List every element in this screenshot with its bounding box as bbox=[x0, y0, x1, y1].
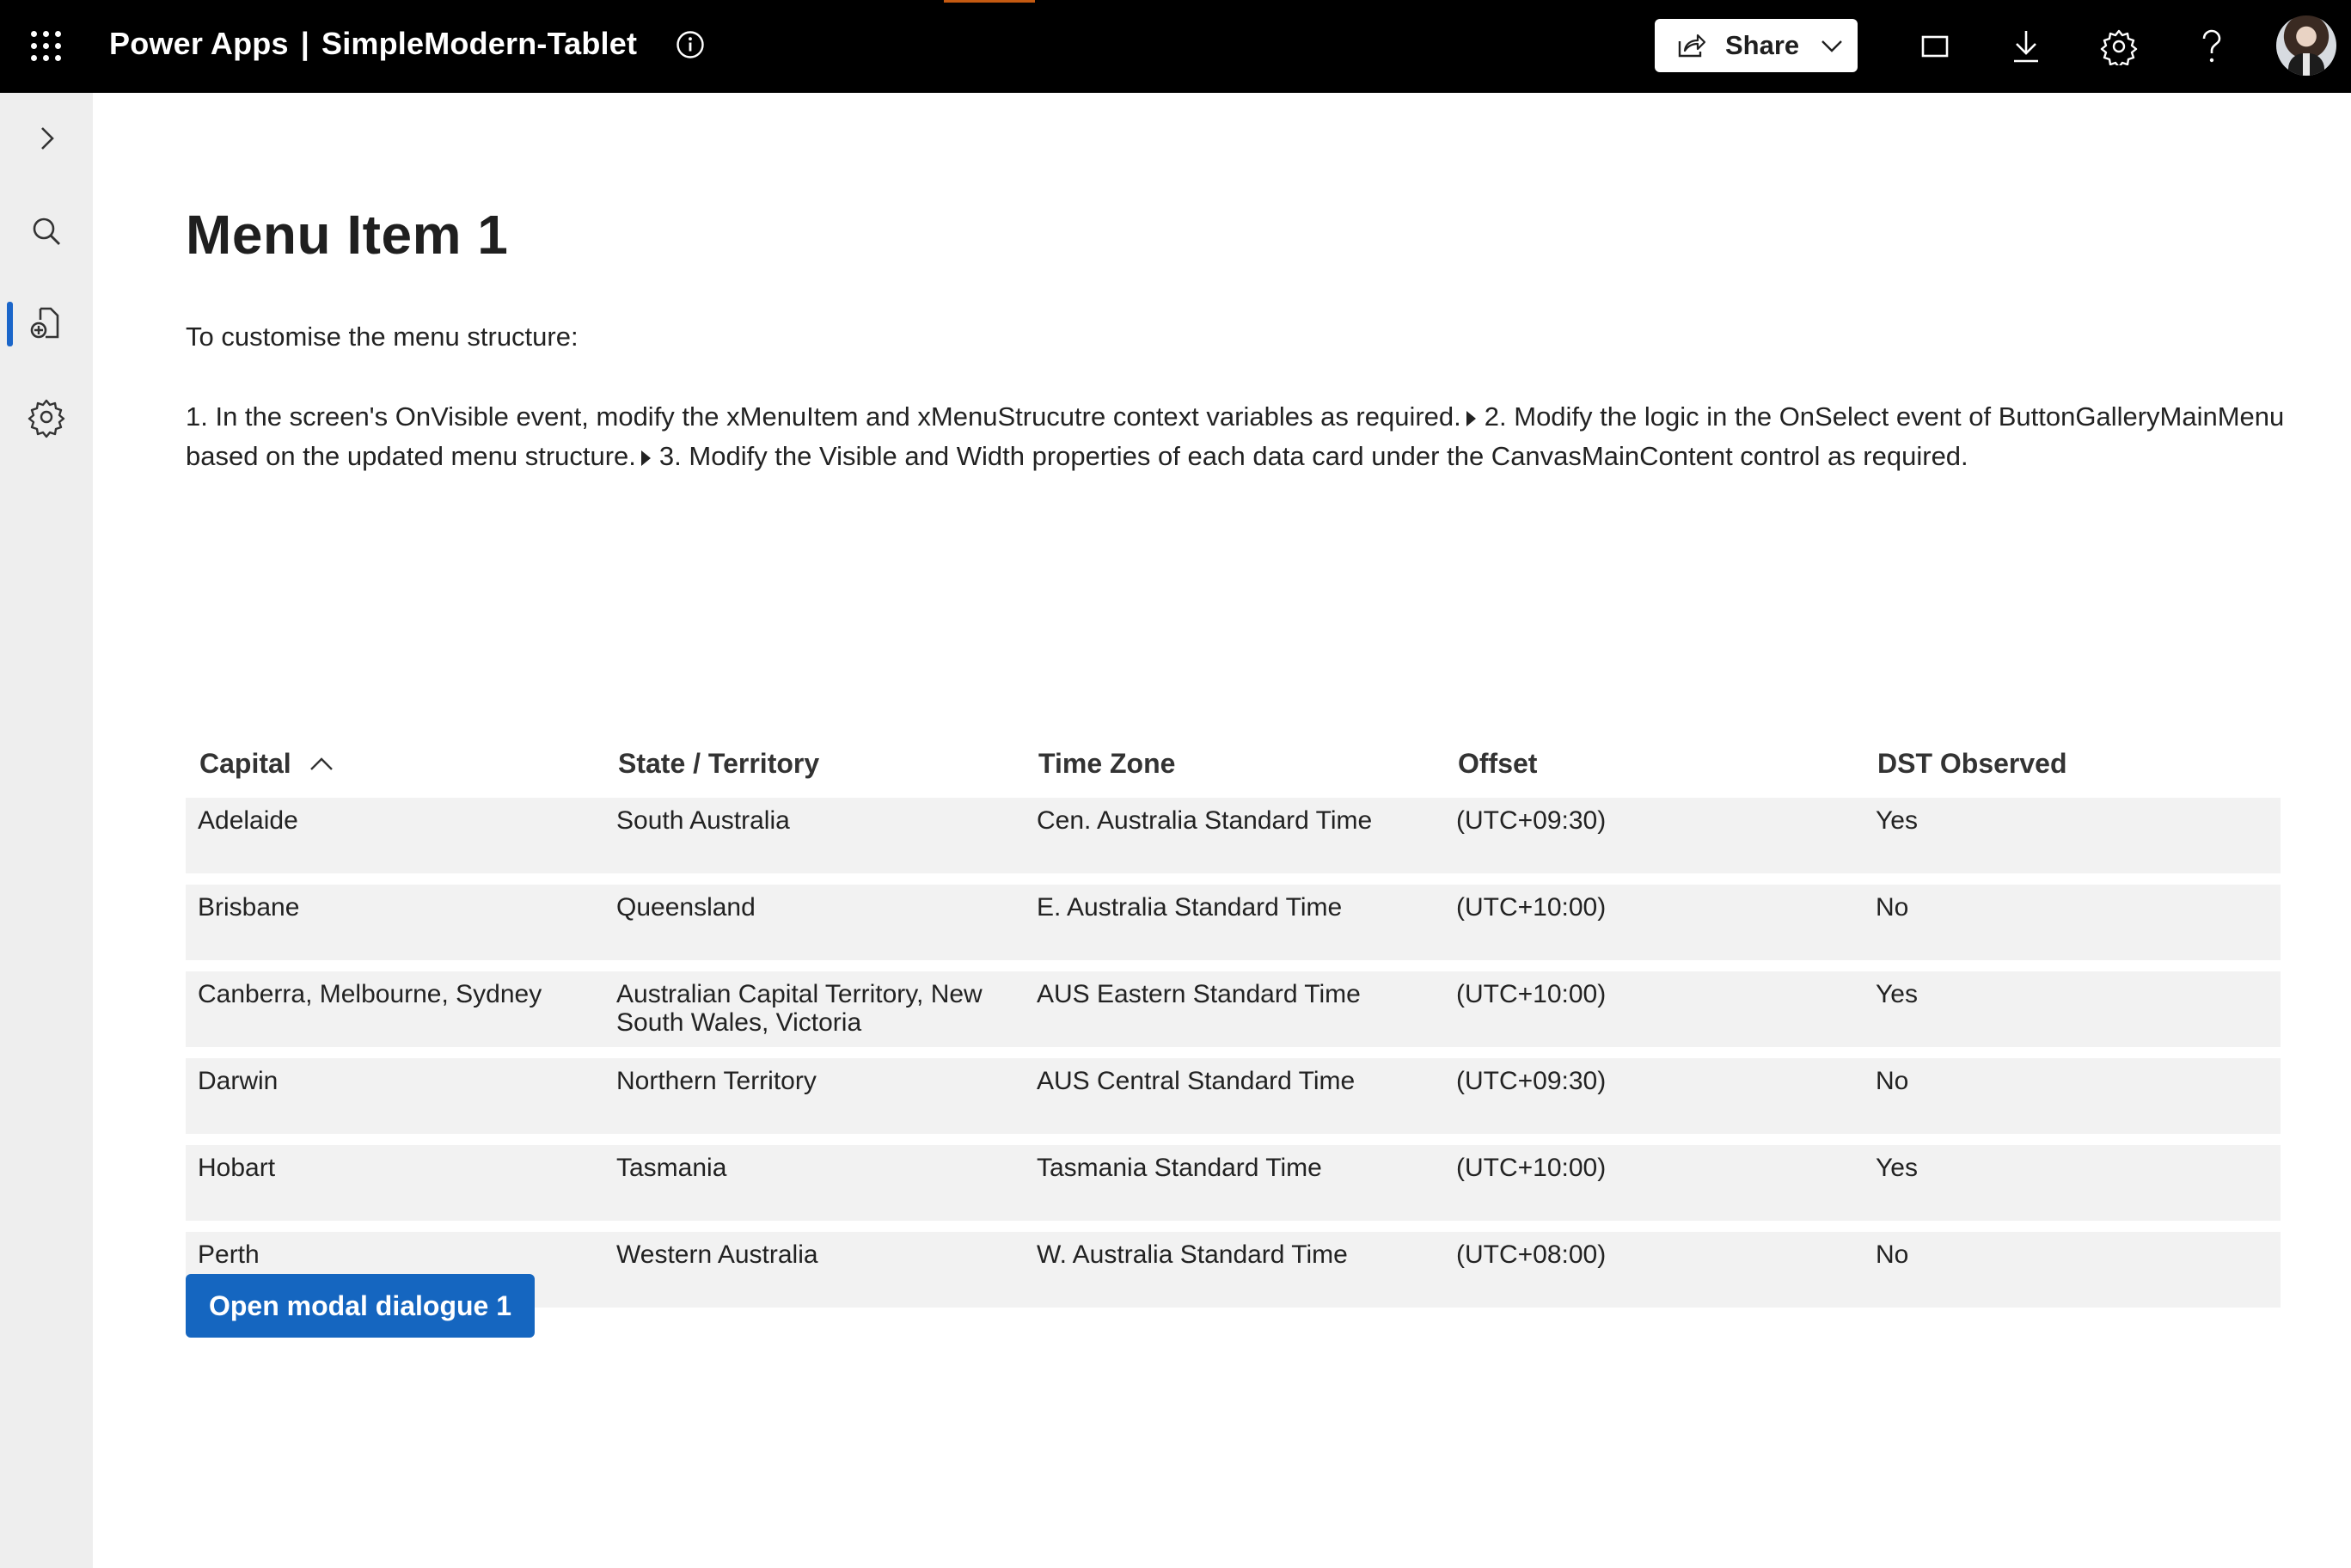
active-indicator bbox=[7, 302, 13, 346]
cell-offset: (UTC+09:30) bbox=[1456, 1067, 1607, 1095]
cell-state: Tasmania bbox=[616, 1154, 727, 1182]
instructions-text: 1. In the screen's OnVisible event, modi… bbox=[186, 397, 2292, 476]
cell-time-zone: E. Australia Standard Time bbox=[1037, 893, 1343, 922]
page-title: Menu Item 1 bbox=[186, 204, 509, 266]
cell-time-zone: Cen. Australia Standard Time bbox=[1037, 806, 1373, 835]
capitals-table: Capital State / Territory Time Zone Offs… bbox=[186, 736, 2281, 1319]
cell-time-zone: W. Australia Standard Time bbox=[1037, 1240, 1348, 1269]
share-label: Share bbox=[1725, 30, 1800, 60]
download-icon[interactable] bbox=[2007, 28, 2045, 65]
cell-capital: Canberra, Melbourne, Sydney bbox=[198, 980, 542, 1008]
settings-icon[interactable] bbox=[2100, 28, 2138, 65]
cell-offset: (UTC+09:30) bbox=[1456, 806, 1607, 835]
table-row[interactable]: Canberra, Melbourne, Sydney Australian C… bbox=[186, 971, 2281, 1047]
cell-dst: Yes bbox=[1876, 1154, 1918, 1182]
column-header-dst[interactable]: DST Observed bbox=[1877, 748, 2067, 780]
app-file-name: SimpleModern-Tablet bbox=[321, 26, 638, 61]
cell-time-zone: AUS Central Standard Time bbox=[1037, 1067, 1356, 1095]
left-rail bbox=[0, 93, 93, 1568]
sort-ascending-icon bbox=[309, 756, 333, 770]
app-name: Power Apps bbox=[109, 26, 289, 61]
table-row[interactable]: Darwin Northern Territory AUS Central St… bbox=[186, 1058, 2281, 1134]
step-1: 1. In the screen's OnVisible event, modi… bbox=[186, 401, 1461, 432]
cell-dst: Yes bbox=[1876, 806, 1918, 835]
cell-capital: Brisbane bbox=[198, 893, 300, 922]
column-header-label: Capital bbox=[199, 748, 291, 779]
table-row[interactable]: Brisbane Queensland E. Australia Standar… bbox=[186, 885, 2281, 960]
cell-offset: (UTC+08:00) bbox=[1456, 1240, 1607, 1269]
expand-chevron-icon[interactable] bbox=[23, 115, 70, 162]
avatar-shirt bbox=[2303, 53, 2310, 76]
app-title: Power Apps | SimpleModern-Tablet bbox=[109, 26, 637, 62]
step-3: 3. Modify the Visible and Width properti… bbox=[658, 441, 1968, 471]
add-document-icon[interactable] bbox=[23, 301, 70, 347]
cell-state: Queensland bbox=[616, 893, 756, 922]
title-separator: | bbox=[300, 26, 309, 61]
cell-capital: Darwin bbox=[198, 1067, 279, 1095]
cell-dst: Yes bbox=[1876, 980, 1918, 1008]
fit-to-window-icon[interactable] bbox=[1916, 28, 1954, 65]
loading-accent bbox=[944, 0, 1035, 3]
bullet-triangle-icon bbox=[640, 450, 651, 466]
main-content: Menu Item 1 To customise the menu struct… bbox=[93, 93, 2351, 1568]
cell-capital: Adelaide bbox=[198, 806, 298, 835]
cell-dst: No bbox=[1876, 1240, 1909, 1269]
cell-state: South Australia bbox=[616, 806, 790, 835]
cell-dst: No bbox=[1876, 893, 1909, 922]
chevron-down-icon bbox=[1821, 40, 1842, 52]
help-icon[interactable] bbox=[2193, 28, 2231, 65]
cell-state: Western Australia bbox=[616, 1240, 818, 1269]
open-modal-dialogue-button[interactable]: Open modal dialogue 1 bbox=[186, 1274, 535, 1338]
column-header-state[interactable]: State / Territory bbox=[618, 748, 819, 780]
top-bar: Power Apps | SimpleModern-Tablet Share bbox=[0, 0, 2351, 93]
cell-dst: No bbox=[1876, 1067, 1909, 1095]
cell-time-zone: AUS Eastern Standard Time bbox=[1037, 980, 1361, 1008]
settings-icon[interactable] bbox=[23, 394, 70, 440]
column-header-offset[interactable]: Offset bbox=[1458, 748, 1537, 780]
cell-time-zone: Tasmania Standard Time bbox=[1037, 1154, 1322, 1182]
table-row[interactable]: Adelaide South Australia Cen. Australia … bbox=[186, 798, 2281, 873]
cell-capital: Perth bbox=[198, 1240, 260, 1269]
cell-state: Northern Territory bbox=[616, 1067, 817, 1095]
column-header-time-zone[interactable]: Time Zone bbox=[1038, 748, 1175, 780]
cell-offset: (UTC+10:00) bbox=[1456, 893, 1607, 922]
cell-offset: (UTC+10:00) bbox=[1456, 1154, 1607, 1182]
intro-text: To customise the menu structure: bbox=[186, 322, 579, 352]
column-header-capital[interactable]: Capital bbox=[199, 748, 334, 780]
cell-state: Australian Capital Territory, New South … bbox=[616, 980, 983, 1037]
cell-capital: Hobart bbox=[198, 1154, 276, 1182]
table-row[interactable]: Hobart Tasmania Tasmania Standard Time (… bbox=[186, 1145, 2281, 1221]
search-icon[interactable] bbox=[23, 208, 70, 254]
avatar[interactable] bbox=[2276, 15, 2336, 76]
bullet-triangle-icon bbox=[1466, 411, 1476, 426]
table-header: Capital State / Territory Time Zone Offs… bbox=[186, 736, 2281, 798]
share-icon bbox=[1678, 34, 1706, 58]
cell-offset: (UTC+10:00) bbox=[1456, 980, 1607, 1008]
info-icon[interactable] bbox=[676, 30, 705, 59]
waffle-icon[interactable] bbox=[31, 31, 62, 62]
share-button[interactable]: Share bbox=[1655, 19, 1858, 72]
